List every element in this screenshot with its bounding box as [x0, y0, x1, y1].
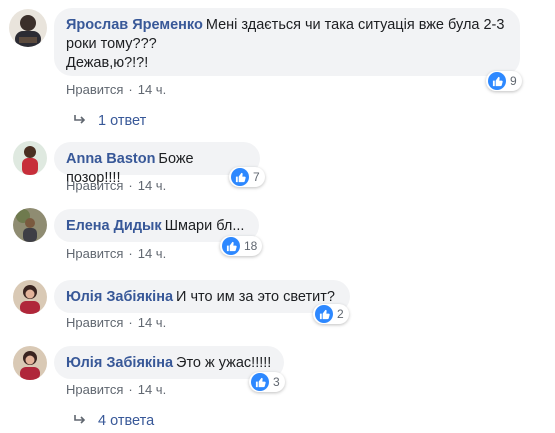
- reaction-count: 7: [253, 170, 260, 184]
- timestamp[interactable]: 14 ч.: [138, 382, 166, 397]
- comment-text: Это ж ужас!!!!!: [176, 355, 272, 371]
- avatar[interactable]: [13, 280, 47, 314]
- separator: ·: [128, 178, 133, 193]
- comment-bubble: Юлія Забіякіна И что им за это светит?: [54, 280, 350, 313]
- view-replies-link[interactable]: 4 ответа: [74, 413, 154, 429]
- reaction-count: 9: [510, 74, 517, 88]
- reaction-count-badge[interactable]: 9: [486, 71, 522, 91]
- comment-author[interactable]: Anna Baston: [66, 151, 155, 167]
- timestamp[interactable]: 14 ч.: [138, 246, 166, 261]
- avatar[interactable]: [13, 208, 47, 242]
- separator: ·: [128, 246, 133, 261]
- like-icon: [222, 237, 240, 255]
- like-link[interactable]: Нравится: [66, 315, 123, 330]
- reaction-count: 3: [273, 375, 280, 389]
- comment-bubble: Anna Baston Боже позор!!!!: [54, 142, 260, 186]
- comment-author[interactable]: Ярослав Яременко: [66, 17, 203, 33]
- comment-text: И что им за это светит?: [176, 289, 335, 305]
- comment-bubble: Ярослав Яременко Мені здається чи така си…: [54, 8, 520, 76]
- reaction-count: 18: [244, 239, 258, 253]
- like-icon: [315, 305, 333, 323]
- reply-arrow-icon: [74, 113, 86, 129]
- separator: ·: [128, 82, 133, 97]
- comment-actions: Нравится · 14 ч.: [66, 382, 166, 397]
- like-icon: [488, 72, 506, 90]
- timestamp[interactable]: 14 ч.: [138, 315, 166, 330]
- replies-label: 4 ответа: [98, 413, 155, 429]
- comment-actions: Нравится · 14 ч.: [66, 82, 166, 97]
- separator: ·: [128, 382, 133, 397]
- reply-arrow-icon: [74, 413, 86, 429]
- comment-author[interactable]: Юлія Забіякіна: [66, 355, 173, 371]
- like-icon: [231, 168, 249, 186]
- comment-text: Шмари бл...: [164, 218, 245, 234]
- comment-author[interactable]: Елена Дидык: [66, 218, 162, 234]
- comment-actions: Нравится · 14 ч.: [66, 315, 166, 330]
- comment-actions: Нравится · 14 ч.: [66, 246, 166, 261]
- reaction-count-badge[interactable]: 3: [249, 372, 285, 392]
- timestamp[interactable]: 14 ч.: [138, 82, 166, 97]
- avatar[interactable]: [9, 9, 47, 47]
- reaction-count-badge[interactable]: 7: [229, 167, 265, 187]
- comment-author[interactable]: Юлія Забіякіна: [66, 289, 173, 305]
- like-link[interactable]: Нравится: [66, 246, 123, 261]
- avatar[interactable]: [13, 141, 47, 175]
- timestamp[interactable]: 14 ч.: [138, 178, 166, 193]
- replies-label: 1 ответ: [98, 113, 147, 129]
- like-link[interactable]: Нравится: [66, 178, 123, 193]
- separator: ·: [128, 315, 133, 330]
- comment-bubble: Юлія Забіякіна Это ж ужас!!!!!: [54, 346, 284, 379]
- like-icon: [251, 373, 269, 391]
- comment-actions: Нравится · 14 ч.: [66, 178, 166, 193]
- avatar[interactable]: [13, 346, 47, 380]
- reaction-count: 2: [337, 307, 344, 321]
- reaction-count-badge[interactable]: 18: [220, 236, 263, 256]
- reaction-count-badge[interactable]: 2: [313, 304, 349, 324]
- like-link[interactable]: Нравится: [66, 382, 123, 397]
- view-replies-link[interactable]: 1 ответ: [74, 113, 146, 129]
- like-link[interactable]: Нравится: [66, 82, 123, 97]
